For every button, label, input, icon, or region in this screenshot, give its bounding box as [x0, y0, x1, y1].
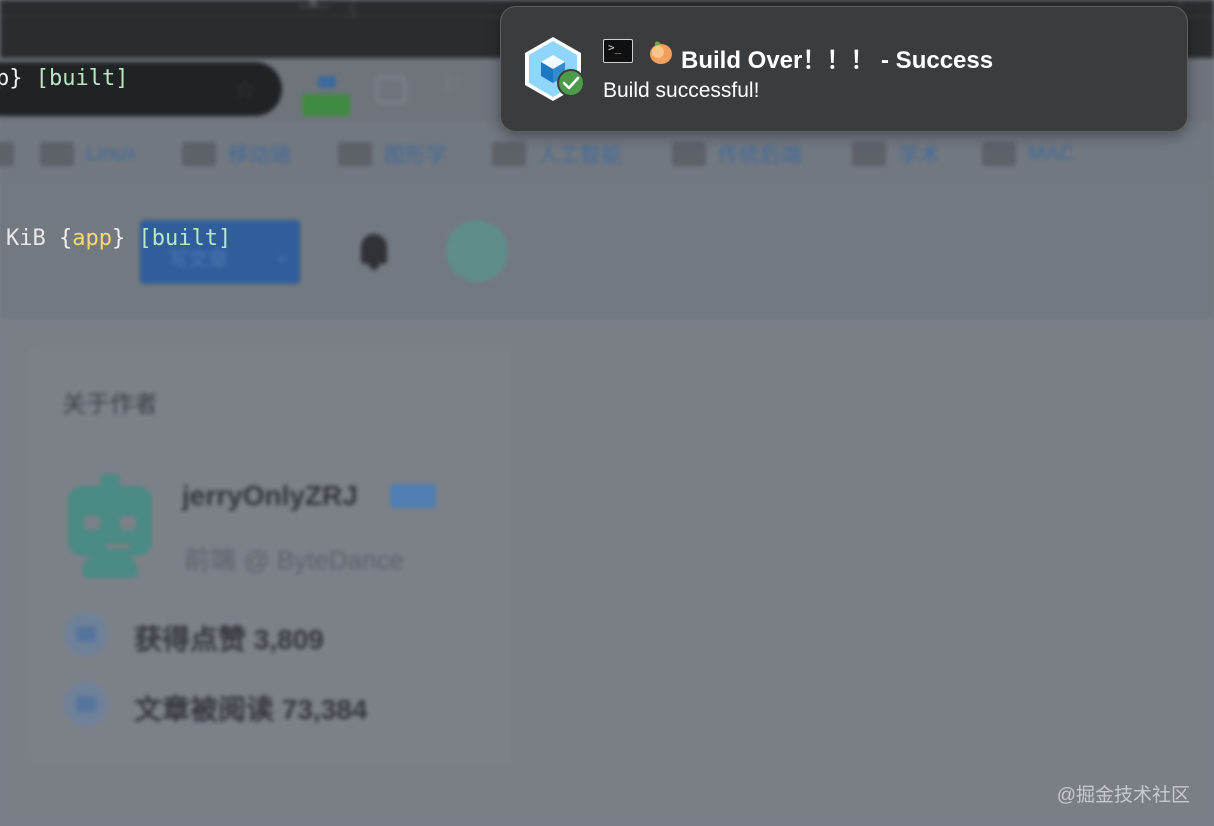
bookmark-label: 人工智能	[538, 144, 622, 167]
bookmark-folder[interactable]	[0, 142, 14, 166]
peach-icon	[649, 39, 673, 65]
author-name[interactable]: jerryOnlyZRJ	[182, 480, 358, 512]
bookmark-folder[interactable]: 移动端	[182, 142, 291, 167]
bookmark-label: 学术	[898, 144, 940, 167]
terminal-line-2: KiB {app} [built]	[6, 226, 231, 251]
folder-icon	[0, 142, 14, 166]
chevron-down-icon: ⌄	[273, 244, 290, 266]
thumbs-up-icon	[64, 612, 108, 656]
notification-body: Build successful!	[603, 79, 760, 102]
terminal-brace: {	[59, 226, 73, 251]
watermark: @掘金技术社区	[1056, 785, 1190, 806]
eye-icon	[64, 682, 108, 726]
terminal-icon: >_	[603, 39, 633, 63]
bell-icon[interactable]	[358, 232, 390, 270]
author-subtitle: 前端 @ ByteDance	[184, 545, 405, 575]
author-card-title: 关于作者	[62, 391, 158, 418]
bookmark-label: 传统后端	[718, 144, 802, 167]
terminal-built: [built]	[138, 226, 232, 251]
tab-title[interactable]: ...ti...	[298, 0, 328, 10]
author-avatar[interactable]	[60, 474, 160, 578]
webpack-icon	[523, 35, 587, 101]
likes-stat: 获得点赞 3,809	[134, 624, 324, 655]
folder-icon	[982, 142, 1016, 166]
extension-icon[interactable]: ⚐	[442, 72, 466, 102]
terminal-prompt: >_	[608, 41, 622, 54]
folder-icon	[492, 142, 526, 166]
folder-icon	[672, 142, 706, 166]
bookmark-folder[interactable]: Linux	[40, 142, 136, 166]
extension-icon[interactable]	[376, 76, 406, 104]
tab-divider	[352, 0, 353, 16]
terminal-line-1: p} [built]	[0, 66, 128, 91]
terminal-brace: p}	[0, 66, 23, 91]
bookmark-label: Linux	[86, 142, 137, 165]
folder-icon	[182, 142, 216, 166]
reads-stat: 文章被阅读 73,384	[134, 694, 368, 725]
folder-icon	[40, 142, 74, 166]
notification-banner[interactable]: >_ Build Over！！！ - Success Build success…	[500, 6, 1188, 132]
terminal-app: app	[72, 226, 112, 251]
notification-title: Build Over！！！ - Success	[681, 47, 994, 74]
terminal-brace: }	[112, 226, 126, 251]
folder-icon	[338, 142, 372, 166]
bookmark-label: MAC	[1028, 142, 1075, 165]
terminal-size: KiB	[6, 226, 46, 251]
avatar[interactable]	[446, 220, 508, 282]
bookmark-folder[interactable]: MAC	[982, 142, 1075, 166]
level-badge	[390, 484, 436, 508]
terminal-built: [built]	[35, 66, 129, 91]
bookmark-star-icon[interactable]: ☆	[232, 76, 258, 102]
bookmark-label: 图形学	[384, 144, 447, 167]
bookmark-folder[interactable]: 传统后端	[672, 142, 802, 167]
bookmark-folder[interactable]: 图形学	[338, 142, 447, 167]
bookmark-folder[interactable]: 人工智能	[492, 142, 622, 167]
bookmark-folder[interactable]: 学术	[852, 142, 940, 167]
bookmark-label: 移动端	[228, 144, 291, 167]
folder-icon	[852, 142, 886, 166]
extension-icon[interactable]	[302, 76, 352, 116]
